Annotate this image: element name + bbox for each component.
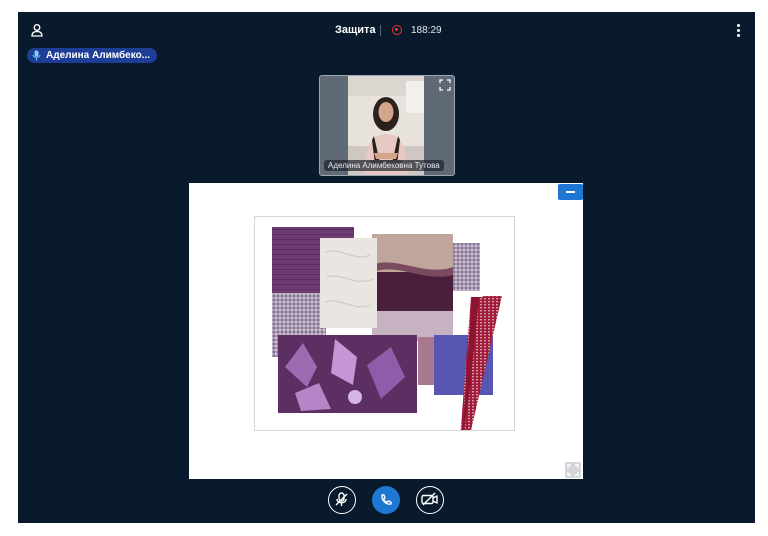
minus-icon [566,191,575,193]
participant-name-caption: Аделина Алимбековна Тутова [324,160,444,171]
moodboard-collage [272,227,502,439]
record-icon [392,25,402,35]
screen-share-area [189,183,583,479]
minimize-button[interactable] [558,184,583,200]
fullscreen-icon [567,464,579,476]
conference-window: Защита 188:29 Аделина Алимбеко... Аделин… [18,12,755,523]
toggle-camera-button[interactable] [416,486,444,514]
fullscreen-button[interactable] [565,462,581,478]
end-call-button[interactable] [372,486,400,514]
active-speaker-name: Аделина Алимбеко... [46,50,151,61]
microphone-icon [32,50,41,61]
meeting-title: Защита [335,24,376,36]
phone-icon [381,494,392,505]
active-speaker-badge: Аделина Алимбеко... [27,48,158,63]
camera-off-icon [421,492,438,506]
microphone-muted-icon [335,492,348,506]
expand-icon[interactable] [439,79,451,91]
header-divider [380,25,381,36]
kebab-menu-icon[interactable] [737,24,741,38]
call-controls [18,486,755,516]
participant-video-tile[interactable]: Аделина Алимбековна Тутова [319,75,455,176]
mute-microphone-button[interactable] [328,486,356,514]
moodboard-image [254,216,515,439]
header-bar: Защита 188:29 [18,24,755,40]
call-timer: 188:29 [411,25,442,36]
